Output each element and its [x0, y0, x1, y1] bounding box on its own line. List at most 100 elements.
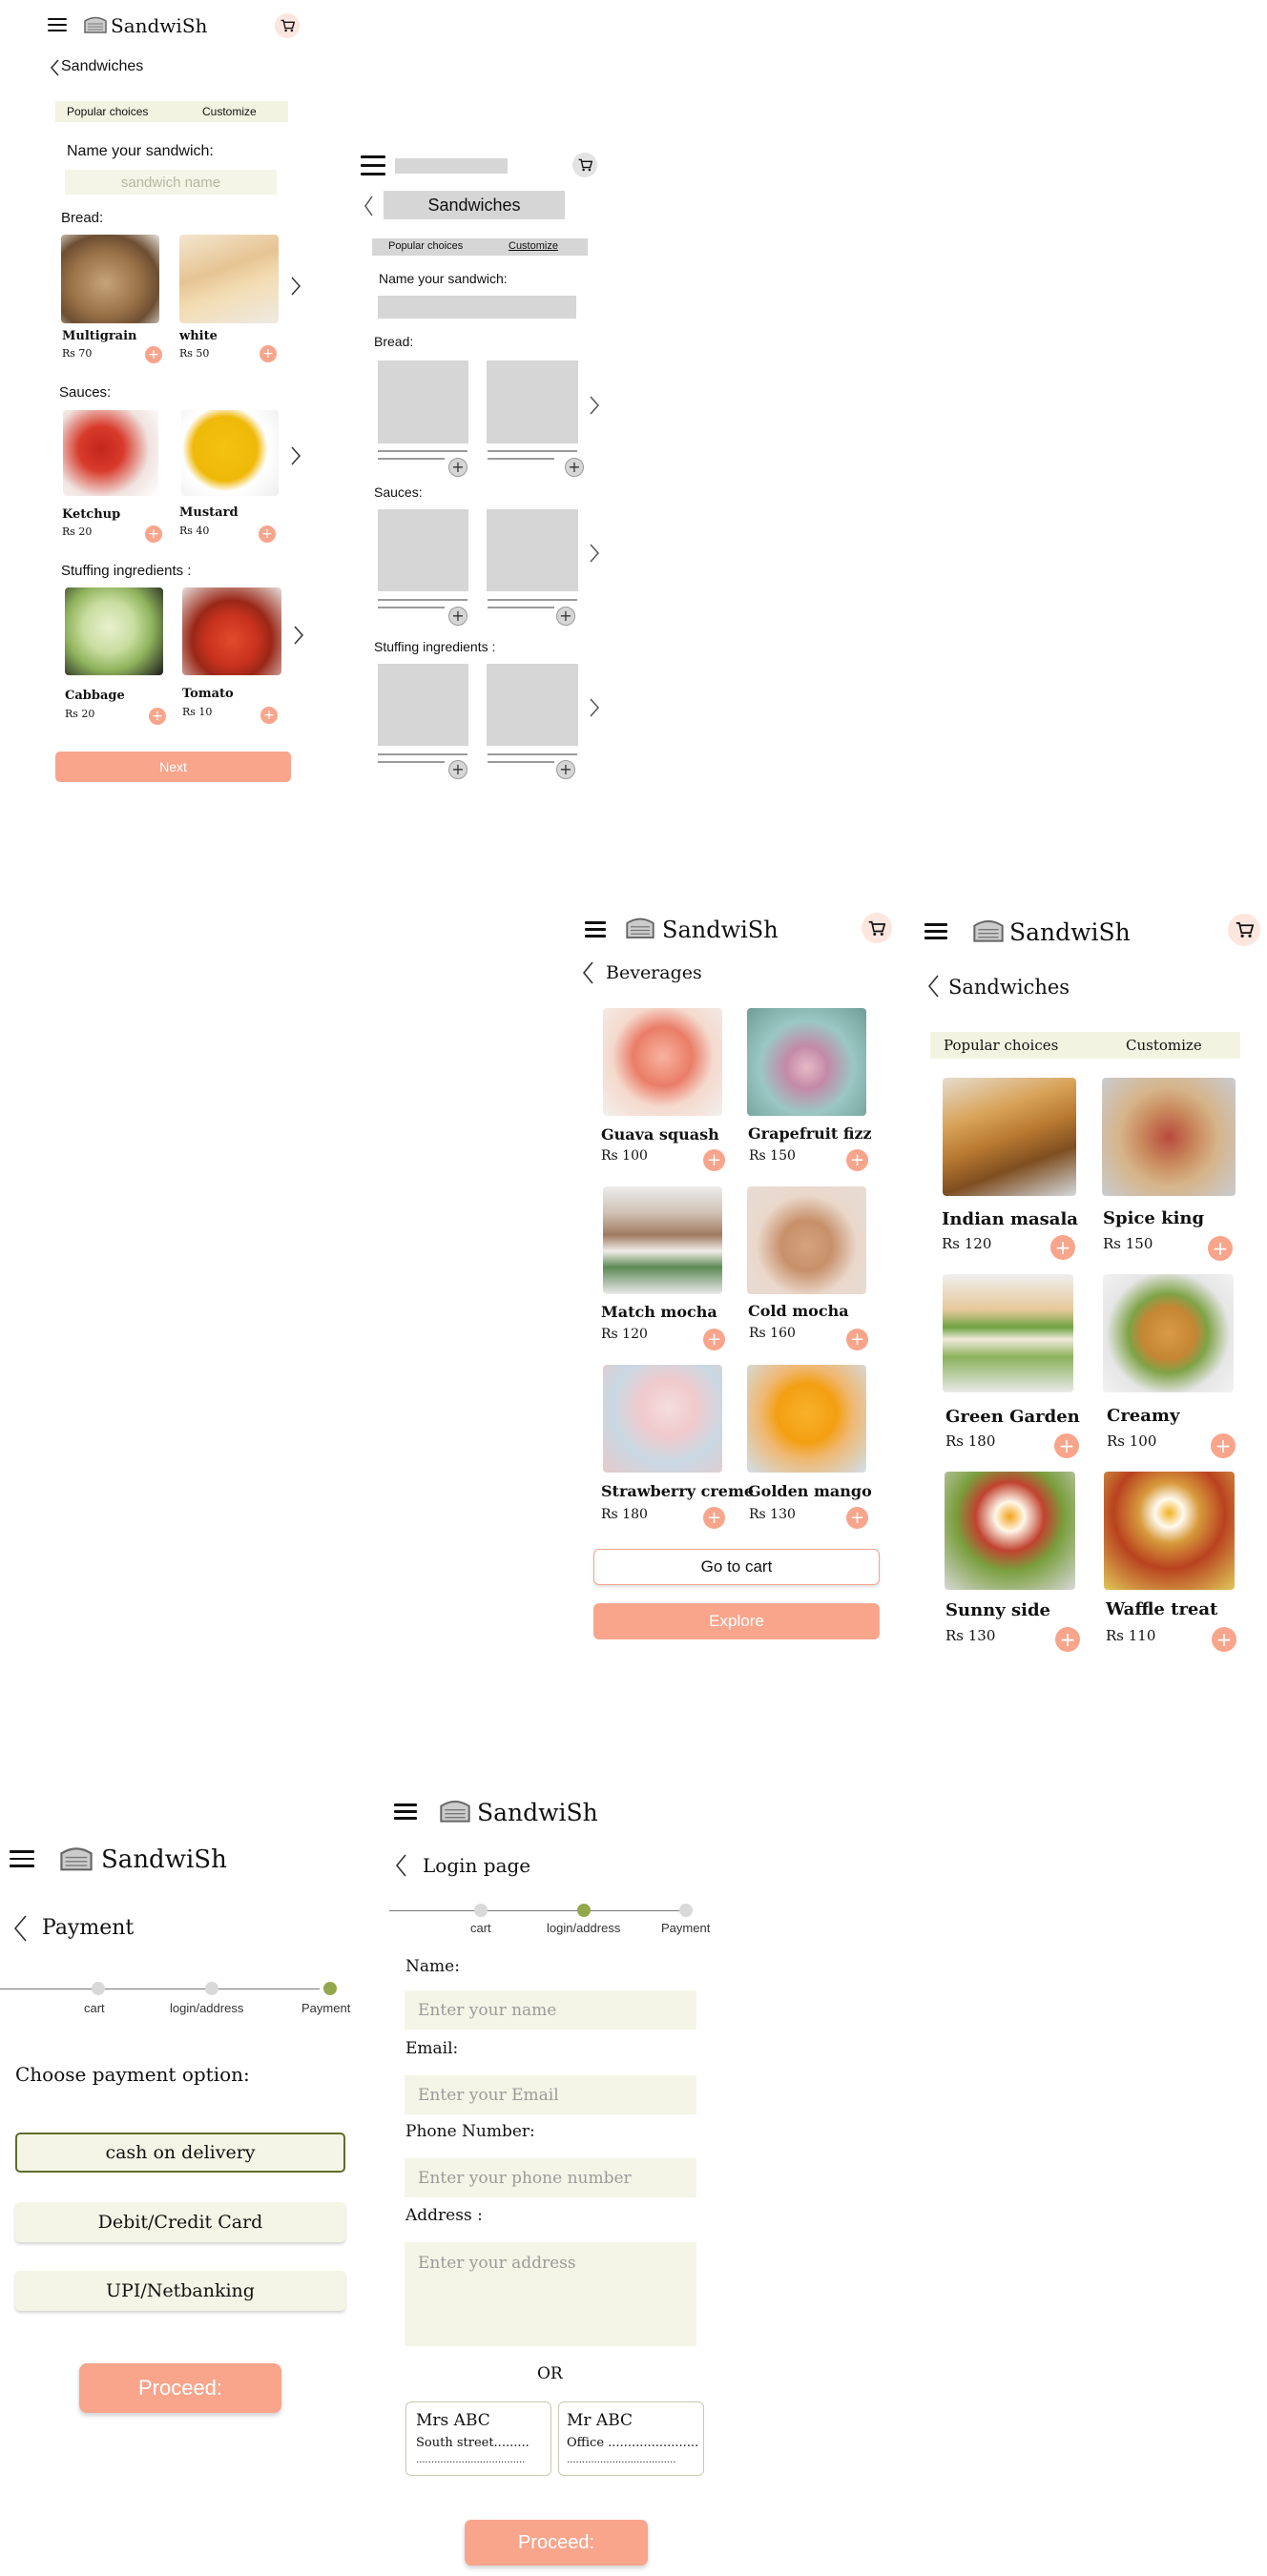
- sw-price-2: Rs 180: [945, 1432, 996, 1450]
- match-mocha-image: [603, 1186, 722, 1294]
- tab-customize[interactable]: Customize: [202, 105, 257, 118]
- stuffing-name-0: Cabbage: [65, 689, 125, 703]
- wf-name-input[interactable]: [378, 296, 576, 319]
- wf-add-bread-0-button[interactable]: +: [448, 458, 467, 477]
- wf-add-sauce-0-button[interactable]: +: [448, 607, 467, 626]
- login-step-payment-dot: [679, 1904, 693, 1917]
- sw-price-4: Rs 130: [945, 1627, 996, 1644]
- menu-icon[interactable]: [48, 18, 67, 31]
- wf-line: [488, 607, 554, 608]
- add-bev-3-button[interactable]: +: [846, 1329, 868, 1350]
- bread-next-chevron-icon[interactable]: [291, 277, 301, 296]
- bread-name-0: Multigrain: [62, 329, 137, 343]
- wf-cart-button[interactable]: [572, 153, 597, 177]
- wf-tab-popular[interactable]: Popular choices: [388, 240, 463, 252]
- tomato-image: [182, 587, 281, 675]
- wf-line: [378, 458, 445, 460]
- bev-menu-icon[interactable]: [585, 921, 606, 938]
- login-back-label[interactable]: Login page: [423, 1854, 530, 1877]
- next-button[interactable]: Next: [55, 752, 291, 782]
- bev-price-0: Rs 100: [601, 1148, 648, 1164]
- sauces-next-chevron-icon[interactable]: [291, 446, 301, 465]
- sauce-price-1: Rs 40: [179, 525, 210, 537]
- add-bev-2-button[interactable]: +: [703, 1329, 725, 1350]
- add-bev-4-button[interactable]: +: [703, 1507, 725, 1529]
- back-label[interactable]: Sandwiches: [61, 58, 143, 75]
- login-menu-icon[interactable]: [394, 1803, 417, 1820]
- add-sw-5-button[interactable]: +: [1212, 1627, 1236, 1652]
- explore-button[interactable]: Explore: [593, 1603, 880, 1639]
- bev-name-1: Grapefruit fizz: [748, 1124, 872, 1143]
- add-stuffing-1-button[interactable]: +: [260, 707, 278, 724]
- email-input[interactable]: Enter your Email: [405, 2075, 696, 2114]
- waffle-treat-image: [1104, 1472, 1235, 1590]
- sauce-name-0: Ketchup: [62, 507, 121, 522]
- wf-sauces-next-chevron-icon[interactable]: [590, 544, 599, 563]
- login-brand-logo-icon: [437, 1796, 473, 1831]
- bev-cart-button[interactable]: [862, 913, 892, 943]
- sandwich-name-input[interactable]: sandwich name: [65, 170, 277, 195]
- wf-bread-next-chevron-icon[interactable]: [590, 396, 599, 415]
- add-sw-0-button[interactable]: +: [1050, 1235, 1075, 1260]
- login-proceed-button[interactable]: Proceed:: [465, 2520, 648, 2566]
- upi-option[interactable]: UPI/Netbanking: [15, 2271, 345, 2311]
- saved-address-card-1[interactable]: Mr ABC Office ....................... ..…: [558, 2401, 704, 2476]
- cart-button[interactable]: [275, 13, 300, 38]
- stuffing-next-chevron-icon[interactable]: [294, 626, 303, 645]
- sw-tab-customize[interactable]: Customize: [1126, 1037, 1202, 1054]
- wf-sauce-image-0: [378, 509, 468, 591]
- add-bev-1-button[interactable]: +: [846, 1149, 868, 1171]
- wf-tab-customize[interactable]: Customize: [509, 240, 558, 252]
- stuffing-price-1: Rs 10: [182, 706, 213, 718]
- card-option[interactable]: Debit/Credit Card: [15, 2202, 345, 2242]
- sw-menu-icon[interactable]: [924, 923, 947, 939]
- wf-menu-icon[interactable]: [361, 155, 385, 176]
- pay-menu-icon[interactable]: [10, 1850, 34, 1867]
- tab-popular[interactable]: Popular choices: [67, 105, 148, 118]
- add-sw-1-button[interactable]: +: [1208, 1236, 1233, 1261]
- saved-address-card-0[interactable]: Mrs ABC South street......... ..........…: [405, 2401, 551, 2476]
- bev-name-0: Guava squash: [601, 1125, 719, 1144]
- back-chevron-icon[interactable]: [50, 59, 59, 76]
- add-bev-5-button[interactable]: +: [846, 1507, 868, 1529]
- add-sw-2-button[interactable]: +: [1054, 1433, 1079, 1458]
- wf-stuffing-image-0: [378, 664, 468, 746]
- wf-add-bread-1-button[interactable]: +: [565, 458, 584, 477]
- sw-back-chevron-icon[interactable]: [927, 975, 939, 998]
- login-back-chevron-icon[interactable]: [395, 1854, 406, 1877]
- add-sw-3-button[interactable]: +: [1211, 1433, 1236, 1458]
- go-to-cart-button[interactable]: Go to cart: [593, 1549, 880, 1585]
- wf-add-sauce-1-button[interactable]: +: [556, 607, 575, 626]
- wf-back-chevron-icon[interactable]: [363, 196, 373, 216]
- phone-input[interactable]: Enter your phone number: [405, 2158, 696, 2197]
- saved-address-name-1: Mr ABC: [567, 2411, 634, 2430]
- wf-line: [378, 599, 467, 601]
- cash-on-delivery-option[interactable]: cash on delivery: [15, 2133, 345, 2173]
- sw-tab-popular[interactable]: Popular choices: [944, 1037, 1058, 1054]
- name-input[interactable]: Enter your name: [405, 1990, 696, 2030]
- wf-add-stuffing-1-button[interactable]: +: [556, 760, 575, 779]
- pay-back-chevron-icon[interactable]: [13, 1915, 27, 1942]
- bev-back-chevron-icon[interactable]: [582, 961, 593, 984]
- add-bev-0-button[interactable]: +: [703, 1149, 725, 1171]
- wf-stuffing-next-chevron-icon[interactable]: [590, 698, 599, 717]
- sw-back-label[interactable]: Sandwiches: [948, 976, 1070, 999]
- pay-proceed-button[interactable]: Proceed:: [79, 2363, 281, 2413]
- wf-add-stuffing-0-button[interactable]: +: [448, 760, 467, 779]
- login-step-line: [389, 1910, 687, 1911]
- add-sauce-1-button[interactable]: +: [259, 526, 276, 543]
- add-sauce-0-button[interactable]: +: [145, 526, 162, 543]
- pay-back-label[interactable]: Payment: [42, 1916, 134, 1940]
- wf-line: [488, 761, 554, 763]
- wf-sauces-label: Sauces:: [374, 484, 423, 500]
- add-bread-1-button[interactable]: +: [260, 345, 277, 362]
- address-input[interactable]: Enter your address: [405, 2242, 696, 2346]
- wf-line: [378, 761, 445, 763]
- add-stuffing-0-button[interactable]: +: [149, 708, 166, 725]
- wf-line: [378, 607, 445, 608]
- bev-back-label[interactable]: Beverages: [606, 962, 702, 983]
- sw-cart-button[interactable]: [1228, 914, 1260, 946]
- saved-address-name-0: Mrs ABC: [416, 2411, 490, 2430]
- add-bread-0-button[interactable]: +: [145, 346, 162, 363]
- add-sw-4-button[interactable]: +: [1055, 1627, 1080, 1652]
